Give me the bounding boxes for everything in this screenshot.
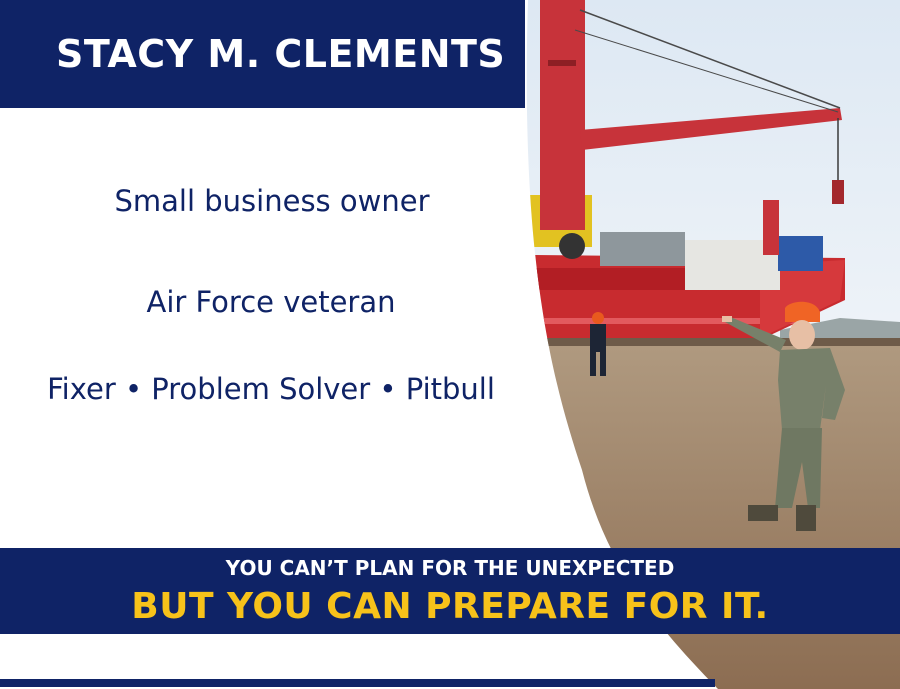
crane-mast <box>763 200 779 255</box>
crane-hook <box>832 180 844 204</box>
deck-rail <box>535 268 685 290</box>
bio-line-traits: Fixer • Problem Solver • Pitbull <box>47 372 495 406</box>
container-blue <box>778 236 823 271</box>
name-banner: STACY M. CLEMENTS <box>0 0 525 108</box>
bio-line-small-business: Small business owner <box>114 184 430 218</box>
candidate-name: STACY M. CLEMENTS <box>56 32 506 76</box>
bio-line-veteran: Air Force veteran <box>146 285 396 319</box>
container-grey <box>600 232 685 266</box>
footer-rule <box>0 679 715 687</box>
hull-stripe <box>535 318 795 324</box>
tagline-bottom: BUT YOU CAN PREPARE FOR IT. <box>131 586 769 627</box>
tagline-top: YOU CAN’T PLAN FOR THE UNEXPECTED <box>225 556 675 580</box>
campaign-graphic: STACY M. CLEMENTS Small business owner A… <box>0 0 900 689</box>
crane-tower <box>540 0 585 230</box>
pier-edge <box>530 338 900 346</box>
